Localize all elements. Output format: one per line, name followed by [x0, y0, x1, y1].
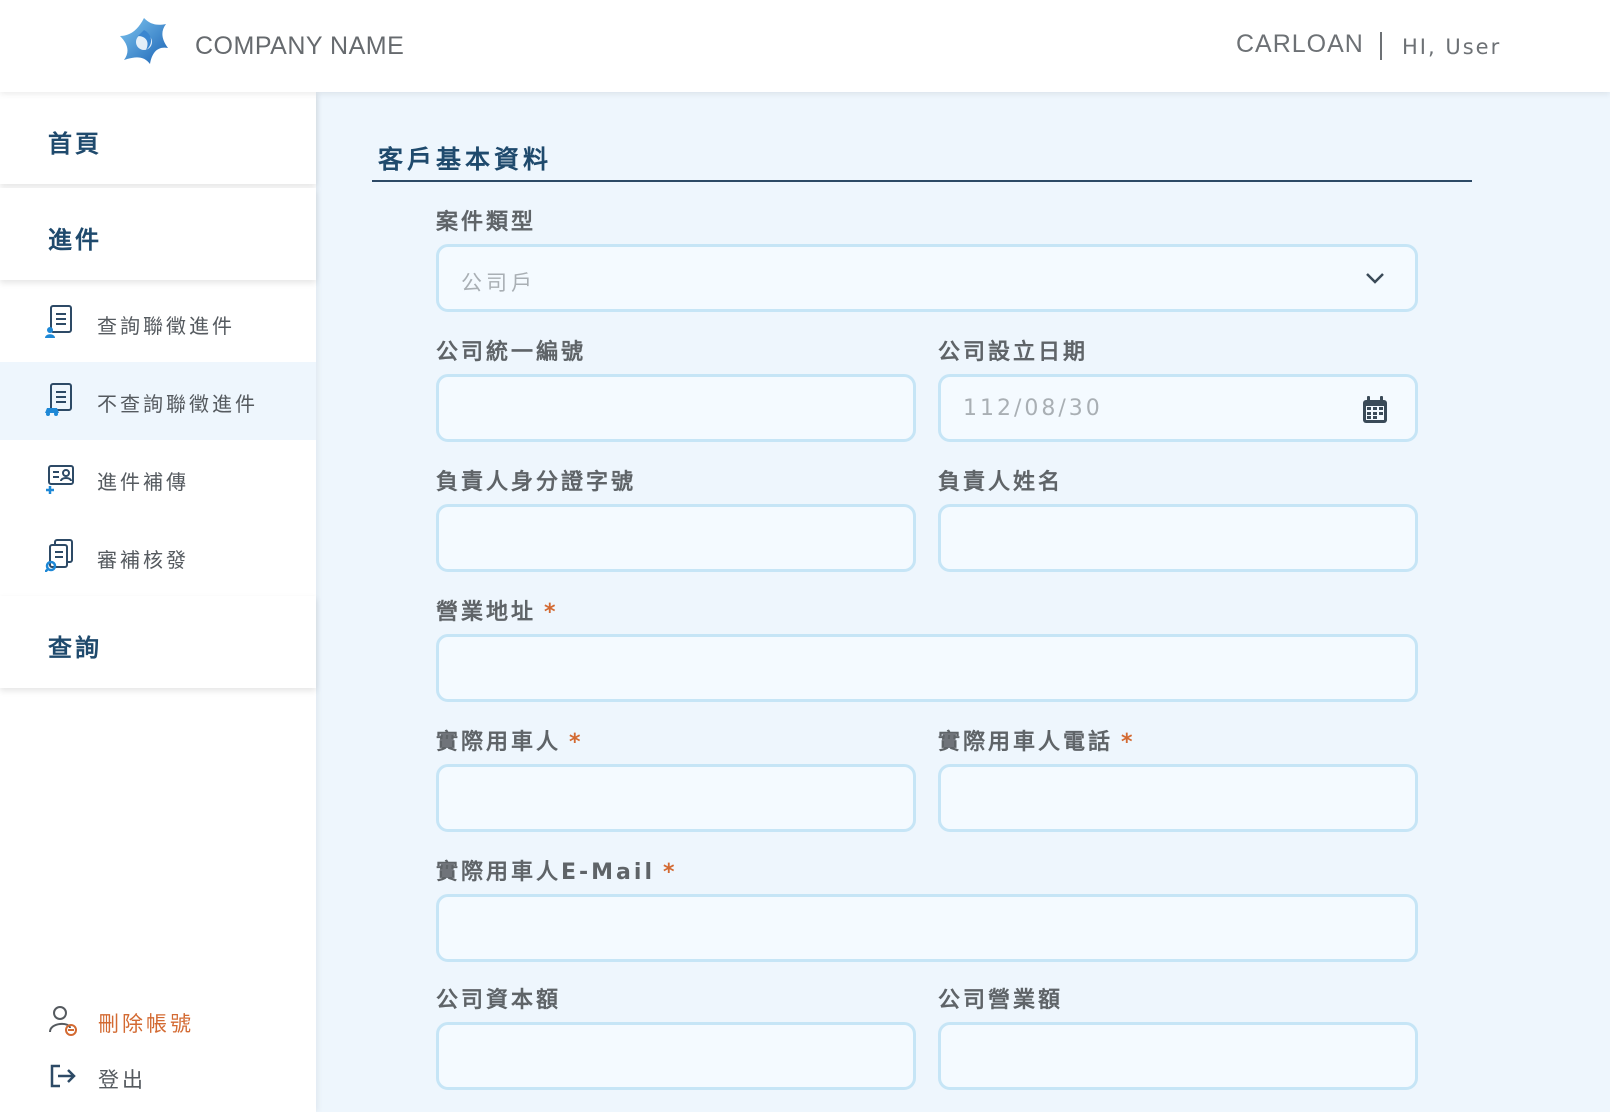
sidebar-item-no-credit-check-intake[interactable]: 不查詢聯徵進件 — [0, 362, 316, 440]
actual-user-email-field[interactable] — [436, 894, 1418, 962]
company-logo-icon — [120, 18, 168, 64]
actual-user-field[interactable] — [436, 764, 916, 832]
sidebar: 首頁 進件 查詢聯徵進件 不查詢聯徵進件 進件補傳 審補核發 查詢 刪除帳號 登… — [0, 92, 316, 1112]
business-address-label: 營業地址 * — [436, 594, 559, 626]
sidebar-item-label: 不查詢聯徵進件 — [97, 392, 258, 416]
actual-user-phone-field[interactable] — [938, 764, 1418, 832]
delete-account-button[interactable]: 刪除帳號 — [0, 998, 316, 1042]
nav-intake[interactable]: 進件 — [0, 188, 316, 280]
actual-user-label: 實際用車人 * — [436, 724, 584, 756]
header-divider — [1380, 32, 1382, 60]
owner-name-label: 負責人姓名 — [938, 470, 1064, 495]
chevron-down-icon — [1366, 273, 1384, 284]
nav-query[interactable]: 查詢 — [0, 596, 316, 688]
main-content: 客戶基本資料 案件類型 公司戶 公司統一編號 公司設立日期 負責人 — [316, 92, 1610, 1112]
sidebar-item-label: 查詢聯徵進件 — [97, 314, 235, 338]
nav-intake-label: 進件 — [48, 226, 102, 254]
document-person-icon — [45, 305, 72, 338]
actual-user-email-label-text: 實際用車人E-Mail — [436, 860, 655, 885]
actual-user-email-label: 實際用車人E-Mail * — [436, 854, 678, 886]
app-name: CARLOAN — [1236, 30, 1364, 58]
owner-name-input[interactable] — [941, 507, 1415, 569]
required-mark: * — [569, 730, 584, 755]
actual-user-email-input[interactable] — [439, 897, 1415, 959]
nav-home-label: 首頁 — [48, 130, 102, 158]
owner-id-field[interactable] — [436, 504, 916, 572]
case-type-select[interactable]: 公司戶 — [436, 244, 1418, 312]
section-divider — [372, 180, 1472, 182]
sidebar-item-label: 進件補傳 — [97, 470, 189, 494]
company-id-input[interactable] — [439, 377, 913, 439]
user-greeting: HI, User — [1402, 35, 1502, 59]
established-date-field[interactable] — [938, 374, 1418, 442]
owner-id-label: 負責人身分證字號 — [436, 470, 637, 495]
sidebar-item-label: 審補核發 — [97, 548, 189, 572]
actual-user-input[interactable] — [439, 767, 913, 829]
revenue-input[interactable] — [941, 1025, 1415, 1087]
business-address-field[interactable] — [436, 634, 1418, 702]
actual-user-label-text: 實際用車人 — [436, 730, 562, 755]
required-mark: * — [544, 600, 559, 625]
logout-label: 登出 — [98, 1068, 146, 1092]
actual-user-phone-input[interactable] — [941, 767, 1415, 829]
id-card-add-icon — [46, 465, 74, 494]
case-type-label: 案件類型 — [436, 210, 537, 235]
company-name: COMPANY NAME — [195, 32, 405, 60]
business-address-label-text: 營業地址 — [436, 600, 537, 625]
company-id-field[interactable] — [436, 374, 916, 442]
sidebar-item-credit-check-intake[interactable]: 查詢聯徵進件 — [0, 284, 316, 362]
owner-id-input[interactable] — [439, 507, 913, 569]
required-mark: * — [662, 860, 678, 885]
capital-field[interactable] — [436, 1022, 916, 1090]
revenue-field[interactable] — [938, 1022, 1418, 1090]
company-id-label: 公司統一編號 — [436, 340, 587, 365]
calendar-icon[interactable] — [1361, 395, 1389, 425]
top-header: COMPANY NAME CARLOAN HI, User — [0, 0, 1610, 92]
required-mark: * — [1121, 730, 1136, 755]
actual-user-phone-label-text: 實際用車人電話 — [938, 730, 1114, 755]
actual-user-phone-label: 實際用車人電話 * — [938, 724, 1136, 756]
sidebar-item-review-issue[interactable]: 審補核發 — [0, 518, 316, 596]
business-address-input[interactable] — [439, 637, 1415, 699]
document-car-icon — [45, 383, 72, 416]
established-date-label: 公司設立日期 — [938, 340, 1089, 365]
logout-icon — [50, 1064, 76, 1088]
established-date-input[interactable] — [941, 377, 1415, 439]
case-type-value: 公司戶 — [461, 271, 536, 295]
delete-account-label: 刪除帳號 — [98, 1012, 194, 1036]
sidebar-item-supplement-upload[interactable]: 進件補傳 — [0, 440, 316, 518]
nav-home[interactable]: 首頁 — [0, 92, 316, 184]
nav-query-label: 查詢 — [48, 634, 102, 662]
revenue-label: 公司營業額 — [938, 988, 1064, 1013]
documents-search-icon — [45, 539, 73, 572]
capital-label: 公司資本額 — [436, 988, 562, 1013]
capital-input[interactable] — [439, 1025, 913, 1087]
owner-name-field[interactable] — [938, 504, 1418, 572]
section-title: 客戶基本資料 — [378, 145, 553, 174]
user-remove-icon — [49, 1006, 77, 1036]
logout-button[interactable]: 登出 — [0, 1054, 316, 1098]
